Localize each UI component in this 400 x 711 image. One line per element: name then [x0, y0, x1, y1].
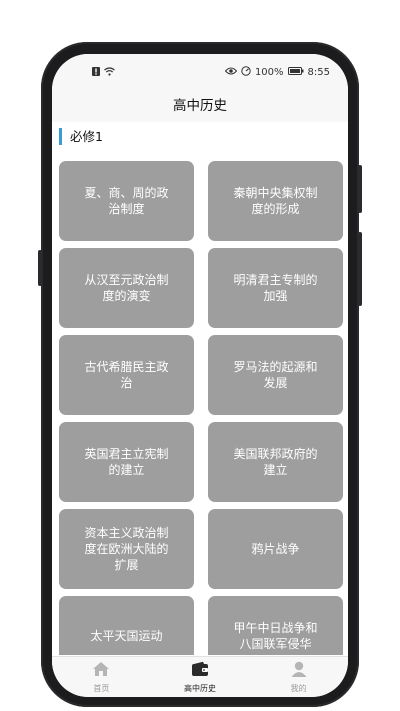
chapter-card[interactable]: 明清君主专制的加强 — [208, 248, 343, 328]
chapter-card[interactable]: 甲午中日战争和八国联军侵华 — [208, 596, 343, 655]
person-icon — [290, 661, 308, 681]
section-accent-bar — [59, 128, 62, 145]
screen: 100% 8:55 高中历史 必修1 夏、商、周的政治制度 秦朝中央集权制度的形… — [52, 54, 348, 697]
bottom-tab-bar: 首页 高中历史 我的 — [52, 656, 348, 697]
side-button — [38, 250, 42, 286]
battery-percent: 100% — [254, 67, 284, 78]
chapter-card[interactable]: 夏、商、周的政治制度 — [59, 161, 194, 241]
chapter-card[interactable]: 秦朝中央集权制度的形成 — [208, 161, 343, 241]
wifi-icon — [104, 67, 115, 79]
tab-label: 首页 — [93, 684, 110, 693]
home-icon — [92, 661, 110, 681]
chapter-card[interactable]: 从汉至元政治制度的演变 — [59, 248, 194, 328]
battery-icon — [287, 67, 304, 78]
section-label: 必修1 — [70, 129, 103, 144]
speed-icon — [241, 66, 251, 79]
side-button — [358, 165, 362, 213]
status-time: 8:55 — [307, 67, 330, 78]
wallet-icon — [191, 661, 209, 681]
tab-home[interactable]: 首页 — [52, 657, 151, 697]
chapter-card[interactable]: 古代希腊民主政治 — [59, 335, 194, 415]
page-title: 高中历史 — [52, 90, 348, 122]
alert-icon — [92, 67, 100, 79]
chapter-card[interactable]: 太平天国运动 — [59, 596, 194, 655]
chapter-card[interactable]: 美国联邦政府的建立 — [208, 422, 343, 502]
eye-icon — [224, 67, 238, 78]
chapter-card[interactable]: 罗马法的起源和发展 — [208, 335, 343, 415]
chapter-grid: 夏、商、周的政治制度 秦朝中央集权制度的形成 从汉至元政治制度的演变 明清君主专… — [52, 159, 348, 655]
tab-label: 我的 — [290, 684, 307, 693]
status-bar: 100% 8:55 — [52, 54, 348, 90]
chapter-card[interactable]: 资本主义政治制度在欧洲大陆的扩展 — [59, 509, 194, 589]
chapter-card[interactable]: 鸦片战争 — [208, 509, 343, 589]
side-button — [358, 232, 362, 306]
tab-label: 高中历史 — [184, 684, 216, 693]
chapter-card[interactable]: 英国君主立宪制的建立 — [59, 422, 194, 502]
tab-history[interactable]: 高中历史 — [151, 657, 250, 697]
tab-profile[interactable]: 我的 — [249, 657, 348, 697]
